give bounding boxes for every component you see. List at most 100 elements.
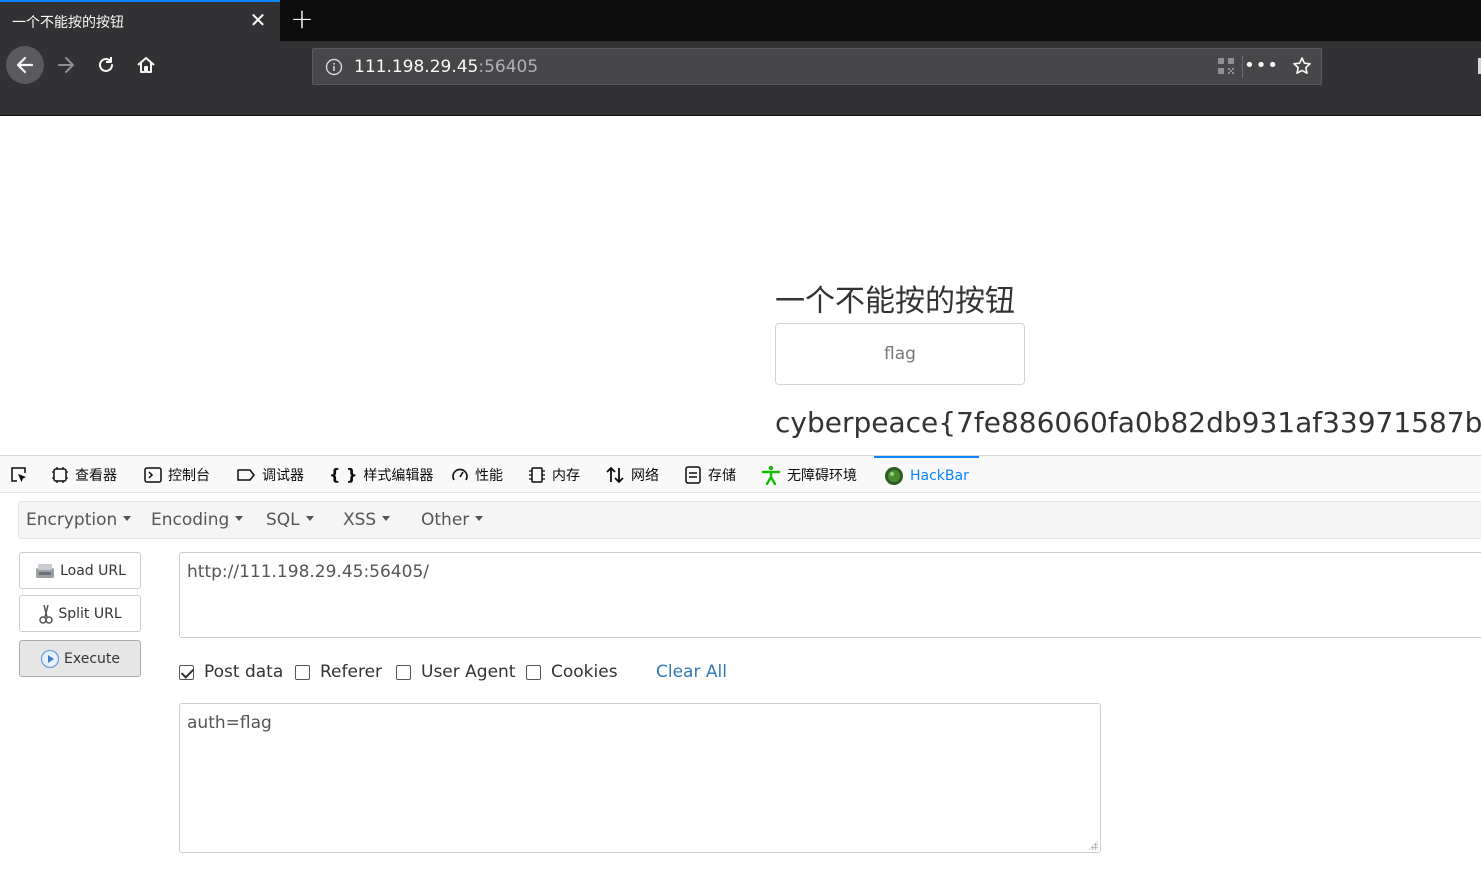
- tab-label: 控制台: [168, 467, 210, 484]
- url-port: :56405: [478, 57, 539, 77]
- back-button[interactable]: [6, 46, 44, 84]
- forward-button[interactable]: [48, 47, 84, 83]
- address-bar[interactable]: 111.198.29.45:56405 •••: [312, 48, 1322, 85]
- console-icon: [144, 466, 162, 483]
- tab-label: HackBar: [910, 467, 969, 484]
- load-url-button[interactable]: Load URL: [19, 552, 141, 589]
- arrow-left-icon: [16, 56, 34, 74]
- tab-memory[interactable]: 内存: [528, 456, 580, 493]
- info-icon[interactable]: [325, 58, 343, 76]
- tab-inspector[interactable]: 查看器: [51, 456, 117, 493]
- storage-icon: [685, 465, 701, 484]
- navigation-toolbar: 111.198.29.45:56405 •••: [0, 41, 1481, 116]
- menu-xss[interactable]: XSS: [343, 510, 391, 530]
- tab-network[interactable]: 网络: [605, 456, 659, 493]
- option-label: Post data: [204, 662, 284, 682]
- accessibility-icon: [761, 465, 781, 485]
- resize-grip-icon[interactable]: [1088, 840, 1098, 850]
- flag-result-text: cyberpeace{7fe886060fa0b82db931af3397158…: [775, 406, 1481, 439]
- urlbar-separator: [1242, 56, 1243, 78]
- referer-option[interactable]: Referer: [295, 662, 382, 682]
- cookies-option[interactable]: Cookies: [526, 662, 618, 682]
- menu-encryption[interactable]: Encryption: [26, 510, 132, 530]
- debugger-icon: [237, 468, 255, 481]
- tab-title: 一个不能按的按钮: [12, 15, 124, 31]
- tab-label: 调试器: [262, 467, 304, 484]
- menu-sql[interactable]: SQL: [266, 510, 314, 530]
- browser-tab[interactable]: 一个不能按的按钮 ✕: [0, 0, 280, 41]
- user-agent-checkbox[interactable]: [396, 664, 411, 680]
- scissors-icon: [39, 604, 54, 624]
- new-tab-button[interactable]: +: [289, 5, 315, 33]
- button-label: Load URL: [60, 562, 126, 579]
- referer-checkbox[interactable]: [295, 664, 310, 680]
- tab-storage[interactable]: 存储: [684, 456, 736, 493]
- devtools-toolbar: 查看器 控制台 调试器 { } 样式编辑器 性能 内存 网络 存储 无障碍环境 …: [0, 456, 1481, 493]
- qr-code-icon[interactable]: [1217, 57, 1235, 75]
- caret-down-icon: [235, 515, 244, 521]
- option-label: Referer: [320, 662, 383, 682]
- post-data-option[interactable]: Post data: [179, 662, 283, 682]
- performance-icon: [452, 468, 468, 480]
- tab-strip: 一个不能按的按钮 ✕ +: [0, 0, 1481, 41]
- hackbar-icon: [885, 466, 903, 485]
- tab-label: 内存: [552, 467, 580, 484]
- close-tab-icon[interactable]: ✕: [248, 10, 268, 30]
- menu-encoding[interactable]: Encoding: [151, 510, 244, 530]
- inspector-icon: [52, 466, 68, 483]
- option-label: Cookies: [551, 662, 618, 682]
- element-picker-icon: [11, 466, 26, 482]
- tab-hackbar[interactable]: HackBar: [874, 456, 979, 493]
- element-picker-button[interactable]: [9, 456, 29, 493]
- arrow-right-icon: [58, 57, 74, 73]
- load-url-icon: [36, 563, 55, 578]
- tab-label: 存储: [708, 467, 736, 484]
- url-text[interactable]: 111.198.29.45:56405: [354, 57, 538, 77]
- devtools-panel: 查看器 控制台 调试器 { } 样式编辑器 性能 内存 网络 存储 无障碍环境 …: [0, 455, 1481, 876]
- caret-down-icon: [305, 515, 314, 521]
- tab-label: 网络: [631, 467, 659, 484]
- url-textarea[interactable]: http://111.198.29.45:56405/: [179, 552, 1481, 638]
- page-actions-icon[interactable]: •••: [1244, 57, 1279, 75]
- post-data-textarea[interactable]: auth=flag: [179, 703, 1101, 853]
- caret-down-icon: [475, 515, 484, 521]
- home-button[interactable]: [128, 47, 164, 83]
- tab-accessibility[interactable]: 无障碍环境: [761, 456, 857, 493]
- tab-performance[interactable]: 性能: [451, 456, 503, 493]
- tab-label: 查看器: [75, 467, 117, 484]
- button-label: Execute: [64, 650, 120, 667]
- tab-console[interactable]: 控制台: [144, 456, 210, 493]
- menu-label: Encryption: [26, 510, 118, 530]
- reload-button[interactable]: [88, 47, 124, 83]
- url-host: 111.198.29.45: [354, 57, 479, 77]
- clear-all-link[interactable]: Clear All: [656, 662, 727, 682]
- memory-icon: [529, 466, 545, 483]
- execute-button[interactable]: Execute: [19, 640, 141, 677]
- menu-label: XSS: [343, 510, 377, 530]
- tab-style-editor[interactable]: { } 样式编辑器: [329, 456, 433, 493]
- post-data-value: auth=flag: [187, 713, 272, 733]
- menu-other[interactable]: Other: [421, 510, 484, 530]
- network-icon: [606, 466, 624, 483]
- menu-label: Other: [421, 510, 470, 530]
- tab-label: 样式编辑器: [363, 467, 434, 484]
- post-data-checkbox[interactable]: [179, 664, 194, 680]
- hackbar-menu: Encryption Encoding SQL XSS Other: [18, 501, 1481, 539]
- menu-label: Encoding: [151, 510, 230, 530]
- flag-button[interactable]: flag: [775, 323, 1025, 385]
- tab-label: 无障碍环境: [787, 467, 857, 484]
- home-icon: [137, 57, 155, 73]
- button-label: Split URL: [58, 605, 122, 622]
- caret-down-icon: [382, 515, 391, 521]
- menu-label: SQL: [266, 510, 300, 530]
- reload-icon: [99, 57, 113, 72]
- user-agent-option[interactable]: User Agent: [396, 662, 515, 682]
- split-url-button[interactable]: Split URL: [19, 595, 141, 632]
- bookmark-star-icon[interactable]: [1292, 56, 1312, 76]
- page-heading: 一个不能按的按钮: [775, 284, 1015, 319]
- tab-debugger[interactable]: 调试器: [236, 456, 304, 493]
- option-label: User Agent: [421, 662, 516, 682]
- caret-down-icon: [123, 515, 132, 521]
- play-icon: [40, 649, 60, 668]
- cookies-checkbox[interactable]: [526, 664, 541, 680]
